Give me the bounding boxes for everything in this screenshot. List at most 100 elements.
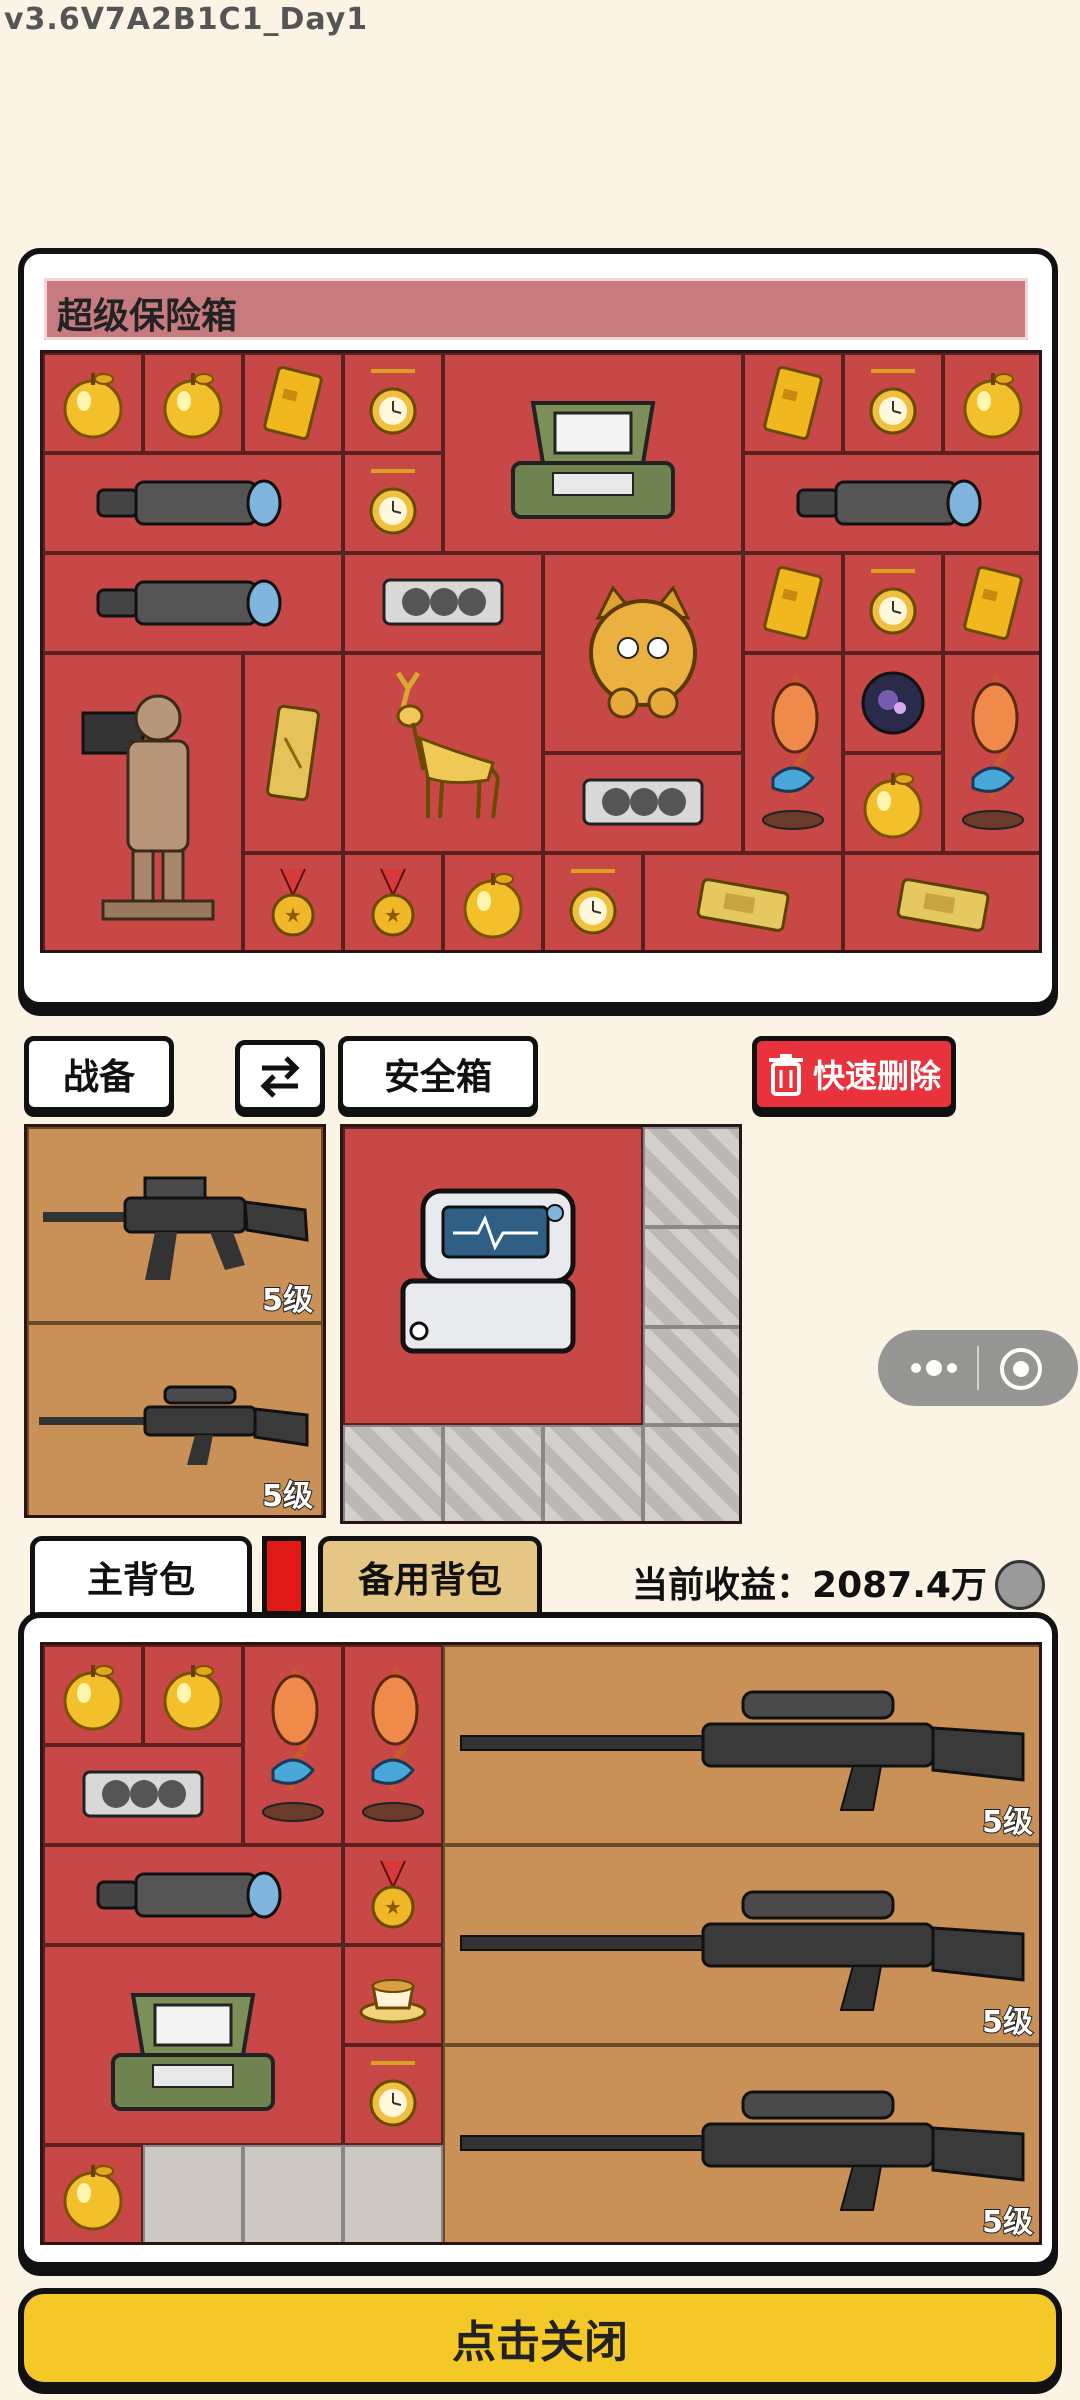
more-dots-icon <box>911 1360 957 1376</box>
koi-statue-icon <box>262 1667 324 1822</box>
safe-item-medical-monitor[interactable] <box>343 1127 643 1425</box>
vault-item-field-terminal[interactable] <box>443 353 743 553</box>
gear-weapon-slot[interactable]: 5级 <box>27 1323 323 1515</box>
gold-card-icon <box>763 565 823 641</box>
sniper-rifle-icon <box>460 2090 1025 2211</box>
vault-item-scope[interactable] <box>43 453 343 553</box>
vault-item-pocket-watch[interactable] <box>343 453 443 553</box>
bag-item-koi-statue[interactable] <box>243 1645 343 1845</box>
target-circle-icon <box>1000 1348 1042 1390</box>
gold-card-icon <box>263 365 323 441</box>
gpu-icon <box>382 578 504 626</box>
gear-tab[interactable]: 战备 <box>24 1036 174 1112</box>
bag-empty-slot[interactable] <box>143 2145 243 2242</box>
vault-item-koi-statue[interactable] <box>743 653 843 853</box>
safe-locked-slot <box>443 1425 543 1521</box>
field-terminal-icon <box>111 1993 275 2111</box>
bag-item-field-terminal[interactable] <box>43 1945 343 2145</box>
vault-item-terracotta-warrior[interactable] <box>43 653 243 950</box>
galaxy-orb-icon <box>861 671 925 735</box>
bag-item-koi-statue[interactable] <box>343 1645 443 1845</box>
weapon-level: 5级 <box>261 1282 314 1319</box>
vault-item-pocket-watch[interactable] <box>543 853 643 950</box>
vault-item-gold-card[interactable] <box>743 353 843 453</box>
safe-locked-slot <box>643 1127 739 1227</box>
terracotta-warrior-icon <box>81 694 215 921</box>
golden-apple-icon <box>63 373 123 439</box>
more-button[interactable] <box>902 1348 972 1388</box>
vault-item-golden-apple[interactable] <box>143 353 243 453</box>
bag-weapon-slot[interactable]: 5级 <box>443 1645 1039 1845</box>
vault-item-pocket-watch[interactable] <box>843 353 943 453</box>
vault-grid: ★ ★ <box>40 350 1042 953</box>
bag-item-golden-apple[interactable] <box>43 1645 143 1745</box>
vault-item-gpu[interactable] <box>543 753 743 853</box>
gold-bar-icon <box>266 704 320 802</box>
coffee-dessert-icon <box>359 1979 427 2024</box>
vault-item-medal[interactable]: ★ <box>243 853 343 950</box>
vault-item-galaxy-orb[interactable] <box>843 653 943 753</box>
earnings-label: 当前收益： <box>632 1565 813 1606</box>
bag-item-scope[interactable] <box>43 1845 343 1945</box>
golden-cat-icon <box>589 585 697 719</box>
vault-item-pocket-watch[interactable] <box>343 353 443 453</box>
bag-item-gpu[interactable] <box>43 1745 243 1845</box>
main-backpack-tab[interactable]: 主背包 <box>30 1536 252 1618</box>
medal-icon: ★ <box>271 868 315 937</box>
gold-card-icon <box>963 565 1023 641</box>
pocket-watch-icon <box>369 2061 417 2127</box>
bag-weapon-slot[interactable]: 5级 <box>443 2045 1039 2242</box>
quick-delete-button[interactable]: 快速删除 <box>752 1036 956 1112</box>
close-mini-program-button[interactable] <box>996 1344 1046 1394</box>
vault-item-golden-apple[interactable] <box>843 753 943 853</box>
golden-deer-icon <box>395 671 501 819</box>
swap-button[interactable] <box>235 1040 325 1112</box>
golden-apple-icon <box>163 373 223 439</box>
vault-title-bar: 超级保险箱 <box>44 278 1028 340</box>
scope-icon <box>96 479 282 527</box>
coin-icon <box>995 1560 1045 1610</box>
gold-card-icon <box>763 365 823 441</box>
mini-program-capsule <box>878 1330 1078 1406</box>
medal-icon: ★ <box>371 1860 415 1929</box>
vault-item-scope[interactable] <box>743 453 1039 553</box>
bag-empty-slot[interactable] <box>343 2145 443 2242</box>
safe-box-tab[interactable]: 安全箱 <box>338 1036 538 1112</box>
bag-item-coffee-dessert[interactable] <box>343 1945 443 2045</box>
bag-item-medal[interactable]: ★ <box>343 1845 443 1945</box>
vault-item-golden-apple[interactable] <box>443 853 543 950</box>
vault-item-scope[interactable] <box>43 553 343 653</box>
vault-item-golden-apple[interactable] <box>43 353 143 453</box>
vault-item-gpu[interactable] <box>343 553 543 653</box>
vault-item-gold-brick[interactable] <box>843 853 1039 950</box>
weapon-level: 5级 <box>261 1478 314 1515</box>
vault-item-golden-cat[interactable] <box>543 553 743 753</box>
close-button[interactable]: 点击关闭 <box>18 2288 1062 2388</box>
gear-weapon-slot[interactable]: 5级 <box>27 1127 323 1323</box>
vault-item-gold-bar[interactable] <box>243 653 343 853</box>
safe-locked-slot <box>643 1327 739 1425</box>
vault-item-koi-statue[interactable] <box>943 653 1039 853</box>
vault-item-golden-apple[interactable] <box>943 353 1039 453</box>
vault-item-medal[interactable]: ★ <box>343 853 443 950</box>
vault-item-gold-card[interactable] <box>943 553 1039 653</box>
backup-backpack-tab[interactable]: 备用背包 <box>318 1536 542 1618</box>
capsule-divider <box>977 1346 979 1390</box>
medical-monitor-icon <box>400 1188 576 1354</box>
tab-indicator <box>262 1536 306 1616</box>
bag-item-pocket-watch[interactable] <box>343 2045 443 2145</box>
vault-item-gold-card[interactable] <box>743 553 843 653</box>
vault-item-gold-card[interactable] <box>243 353 343 453</box>
pocket-watch-icon <box>569 869 617 935</box>
weapon-level: 5级 <box>981 2004 1034 2041</box>
bag-empty-slot[interactable] <box>243 2145 343 2242</box>
bag-item-golden-apple[interactable] <box>43 2145 143 2242</box>
svg-text:★: ★ <box>384 1895 402 1919</box>
vault-item-golden-deer[interactable] <box>343 653 543 853</box>
bag-weapon-slot[interactable]: 5级 <box>443 1845 1039 2045</box>
vault-item-gold-brick[interactable] <box>643 853 843 950</box>
bag-item-golden-apple[interactable] <box>143 1645 243 1745</box>
vault-item-pocket-watch[interactable] <box>843 553 943 653</box>
safe-locked-slot <box>343 1425 443 1521</box>
version-label: v3.6V7A2B1C1_Day1 <box>4 2 369 37</box>
